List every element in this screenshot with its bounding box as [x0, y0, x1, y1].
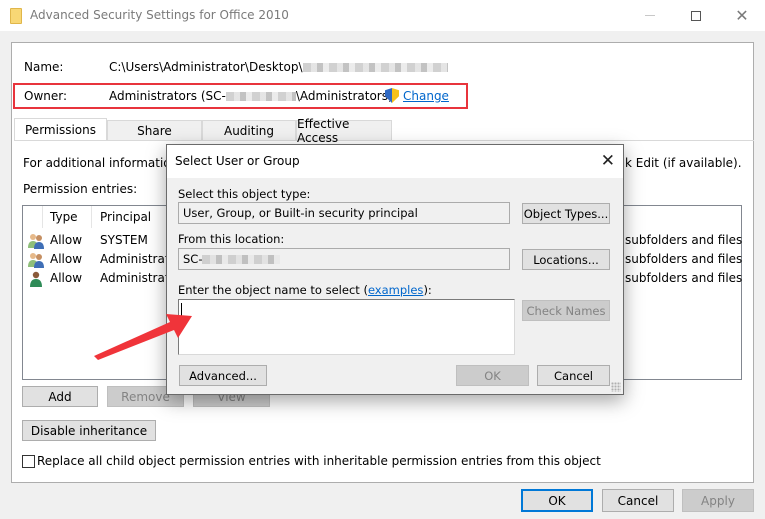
entry-applies-to: subfolders and files [625, 233, 743, 247]
entry-applies-to: subfolders and files [625, 271, 743, 285]
tab-permissions[interactable]: Permissions [14, 118, 107, 140]
object-type-label: Select this object type: [178, 187, 311, 201]
dialog-title-bar: Select User or Group ✕ [167, 145, 623, 178]
users-group-icon [28, 253, 44, 268]
object-type-field: User, Group, or Built-in security princi… [178, 202, 510, 224]
title-bar: Advanced Security Settings for Office 20… [0, 0, 765, 31]
replace-child-permissions-label[interactable]: Replace all child object permission entr… [37, 454, 601, 468]
object-name-label: Enter the object name to select (example… [178, 283, 432, 297]
close-icon: ✕ [735, 6, 749, 25]
column-header-type[interactable]: Type [50, 210, 78, 230]
resize-grip[interactable] [611, 382, 621, 392]
object-name-input[interactable] [178, 299, 515, 355]
advanced-button[interactable]: Advanced... [179, 365, 267, 386]
location-label: From this location: [178, 232, 285, 246]
tab-effective-access[interactable]: Effective Access [296, 117, 392, 145]
dialog-ok-button[interactable]: OK [456, 365, 529, 386]
change-owner-link[interactable]: Change [385, 88, 449, 103]
close-button[interactable]: ✕ [719, 0, 765, 31]
redacted-text [225, 92, 296, 101]
cancel-button[interactable]: Cancel [602, 489, 674, 512]
name-value: C:\Users\Administrator\Desktop\ [109, 60, 448, 74]
examples-link[interactable]: examples [368, 283, 424, 297]
replace-child-permissions-checkbox[interactable] [22, 455, 35, 468]
ok-button[interactable]: OK [521, 489, 593, 512]
text-caret [181, 303, 182, 317]
owner-label: Owner: [24, 89, 68, 103]
name-label: Name: [24, 60, 64, 74]
uac-shield-icon [385, 88, 399, 103]
users-group-icon [28, 234, 44, 249]
entry-type: Allow [50, 233, 83, 247]
entry-type: Allow [50, 252, 83, 266]
owner-value: Administrators (SC- \Administrators) [109, 89, 393, 103]
locations-button[interactable]: Locations... [522, 249, 610, 270]
select-user-or-group-dialog: Select User or Group ✕ Select this objec… [166, 144, 624, 395]
check-names-button[interactable]: Check Names [522, 300, 610, 321]
add-button[interactable]: Add [22, 386, 98, 407]
entry-applies-to: subfolders and files [625, 252, 743, 266]
permission-entries-label: Permission entries: [23, 182, 138, 196]
folder-icon [10, 8, 22, 24]
minimize-button[interactable] [627, 0, 673, 31]
maximize-icon [691, 10, 701, 21]
entry-principal: SYSTEM [100, 233, 148, 247]
close-icon: ✕ [600, 151, 615, 171]
entry-type: Allow [50, 271, 83, 285]
dialog-cancel-button[interactable]: Cancel [537, 365, 610, 386]
permissions-info-text-end: k Edit (if available). [625, 156, 742, 170]
object-types-button[interactable]: Object Types... [522, 203, 610, 224]
tab-auditing[interactable]: Auditing [202, 120, 296, 140]
redacted-text [202, 255, 281, 264]
dialog-title: Select User or Group [175, 154, 300, 168]
minimize-icon [645, 15, 655, 16]
column-separator [42, 206, 43, 228]
apply-button[interactable]: Apply [682, 489, 754, 512]
dialog-close-button[interactable]: ✕ [601, 151, 615, 171]
tab-share[interactable]: Share [107, 120, 202, 140]
redacted-text [302, 63, 448, 72]
maximize-button[interactable] [673, 0, 719, 31]
user-icon [30, 271, 42, 287]
window-title: Advanced Security Settings for Office 20… [30, 8, 289, 22]
permissions-info-text: For additional information, [23, 156, 183, 170]
disable-inheritance-button[interactable]: Disable inheritance [22, 420, 156, 441]
location-field: SC- [178, 248, 510, 270]
column-header-principal[interactable]: Principal [100, 210, 151, 230]
column-separator [91, 206, 92, 228]
tab-bar: Permissions Share Auditing Effective Acc… [14, 117, 392, 145]
